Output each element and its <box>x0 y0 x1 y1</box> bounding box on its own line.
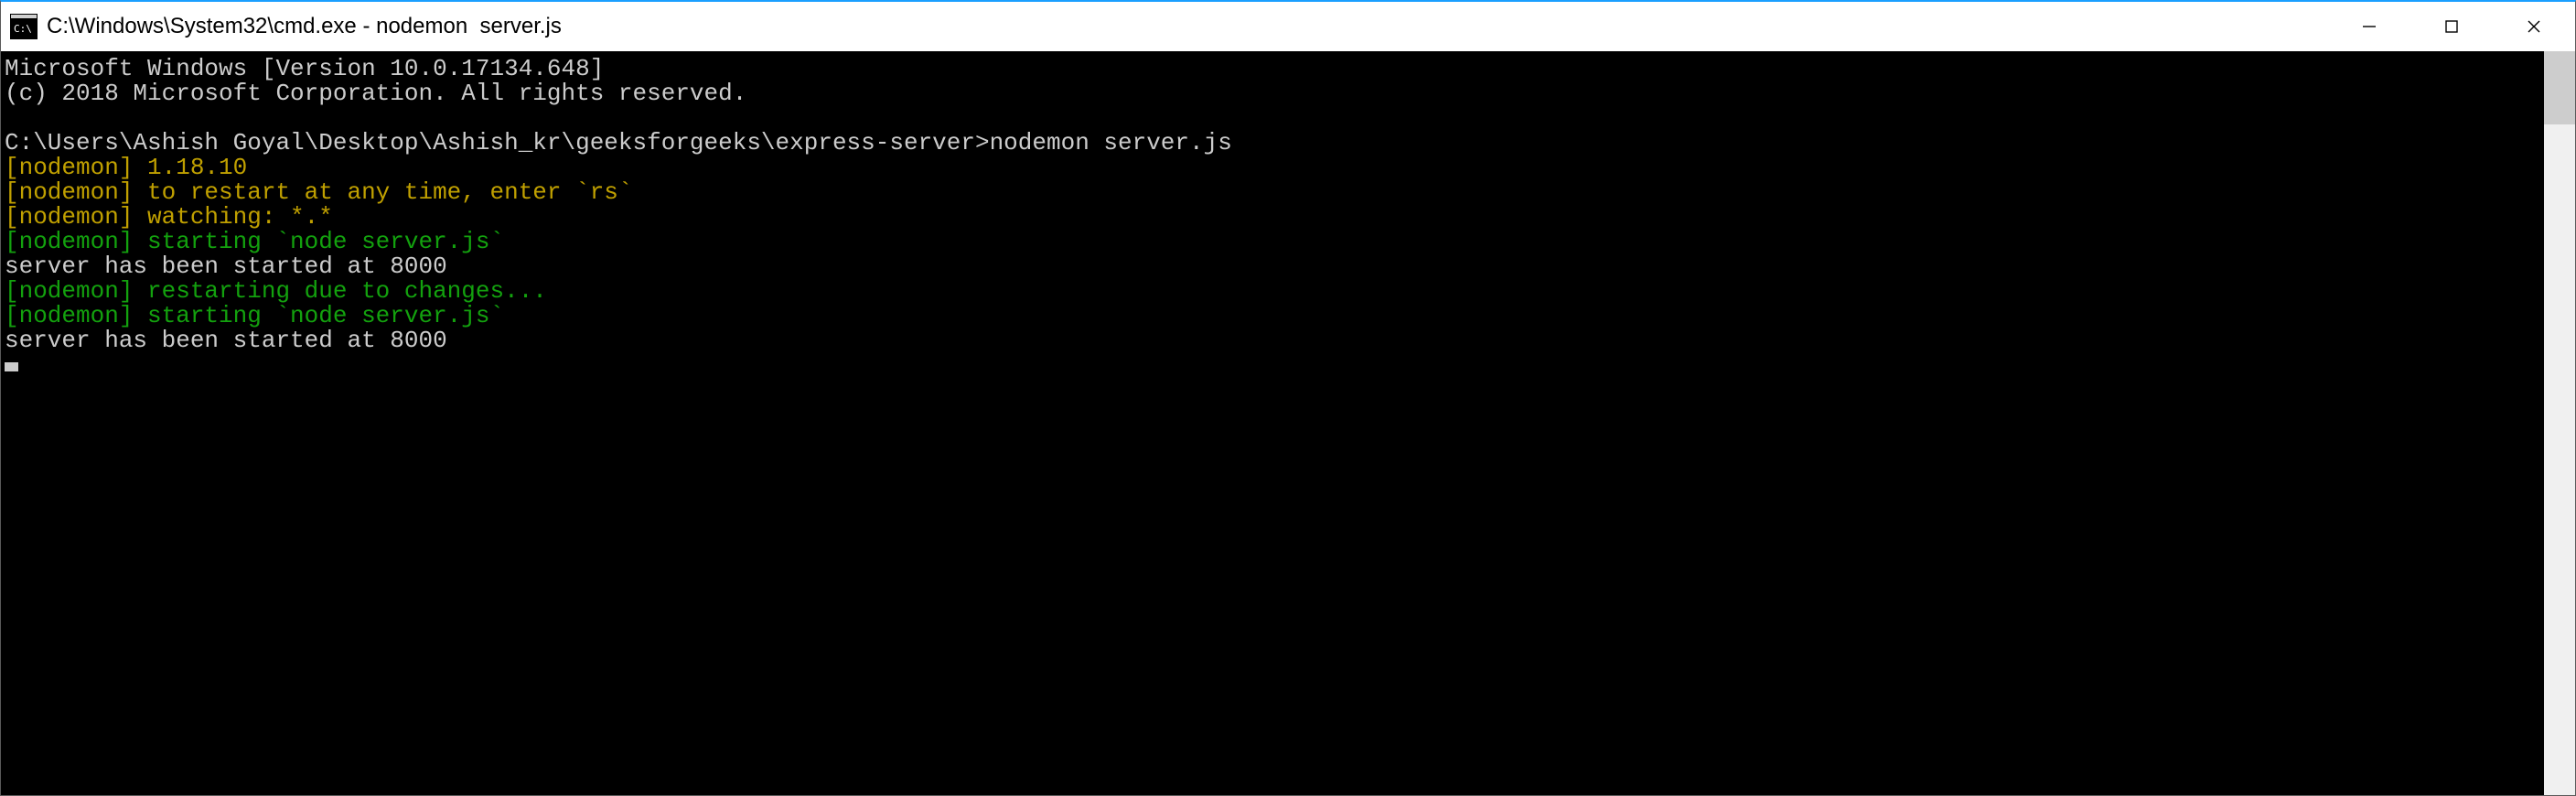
close-button[interactable] <box>2493 2 2575 51</box>
terminal-output[interactable]: Microsoft Windows [Version 10.0.17134.64… <box>1 51 2544 795</box>
titlebar[interactable]: C:\ C:\Windows\System32\cmd.exe - nodemo… <box>1 2 2575 51</box>
window-frame: C:\ C:\Windows\System32\cmd.exe - nodemo… <box>0 0 2576 796</box>
terminal-line: [nodemon] watching: *.* <box>5 205 2540 230</box>
terminal-line: [nodemon] starting `node server.js` <box>5 304 2540 328</box>
terminal-line: [nodemon] starting `node server.js` <box>5 230 2540 254</box>
maximize-icon <box>2442 17 2461 36</box>
window-title: C:\Windows\System32\cmd.exe - nodemon se… <box>47 14 562 39</box>
svg-text:C:\: C:\ <box>14 23 32 35</box>
terminal-line: [nodemon] to restart at any time, enter … <box>5 180 2540 205</box>
terminal-line: server has been started at 8000 <box>5 254 2540 279</box>
scrollbar-thumb[interactable] <box>2544 51 2575 124</box>
terminal-area: Microsoft Windows [Version 10.0.17134.64… <box>1 51 2575 795</box>
terminal-line: [nodemon] 1.18.10 <box>5 156 2540 180</box>
window-controls <box>2328 2 2575 51</box>
terminal-line: (c) 2018 Microsoft Corporation. All righ… <box>5 81 2540 106</box>
cmd-icon: C:\ <box>10 14 38 39</box>
terminal-line: server has been started at 8000 <box>5 328 2540 353</box>
close-icon <box>2525 17 2543 36</box>
scrollbar-track[interactable] <box>2544 51 2575 795</box>
terminal-line: [nodemon] restarting due to changes... <box>5 279 2540 304</box>
terminal-line: C:\Users\Ashish Goyal\Desktop\Ashish_kr\… <box>5 131 2540 156</box>
terminal-line <box>5 106 2540 131</box>
terminal-line: Microsoft Windows [Version 10.0.17134.64… <box>5 57 2540 81</box>
minimize-button[interactable] <box>2328 2 2410 51</box>
terminal-cursor-line <box>5 353 2540 378</box>
cursor-icon <box>5 362 18 371</box>
minimize-icon <box>2360 17 2378 36</box>
maximize-button[interactable] <box>2410 2 2493 51</box>
